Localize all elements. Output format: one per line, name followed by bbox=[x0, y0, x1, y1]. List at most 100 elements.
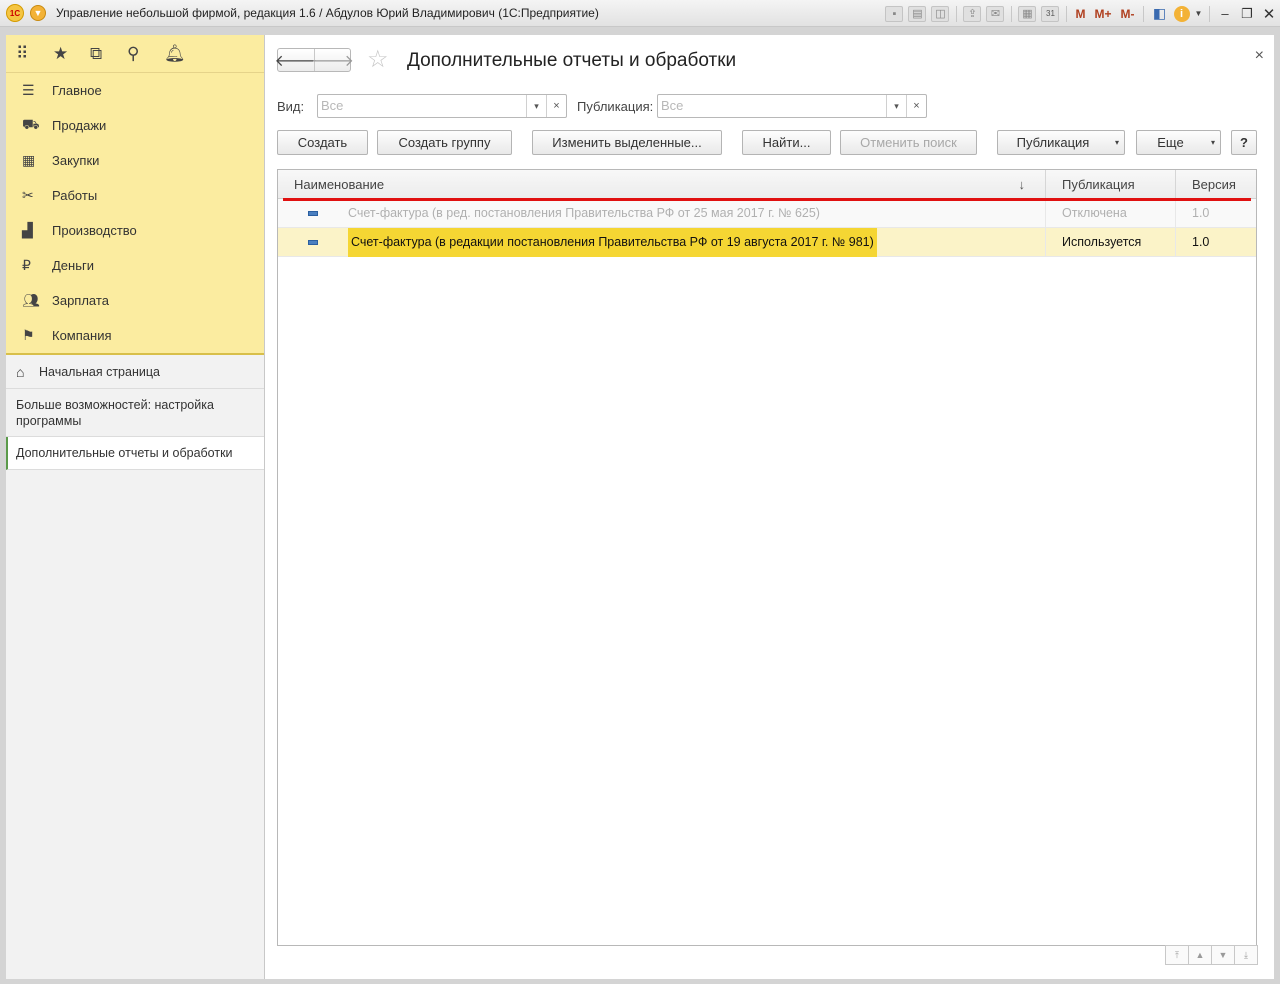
all-functions-icon[interactable]: ⠿ bbox=[16, 44, 53, 64]
dropdown-arrow-icon: ▾ bbox=[1114, 138, 1119, 147]
create-group-button[interactable]: Создать группу bbox=[377, 130, 512, 155]
toolbar-separator bbox=[955, 5, 957, 22]
flag-icon: ⚑ bbox=[22, 327, 35, 343]
publication-filter-field[interactable]: Все ▾ × bbox=[657, 94, 927, 118]
kind-filter-field[interactable]: Все ▾ × bbox=[317, 94, 567, 118]
forward-arrow-icon[interactable]: 🡒 bbox=[311, 49, 354, 71]
edit-selected-button[interactable]: Изменить выделенные... bbox=[532, 130, 722, 155]
table-row-selected[interactable]: Счет-фактура (в редакции постановления П… bbox=[278, 227, 1256, 257]
sidebar-item-main[interactable]: ☰ Главное bbox=[6, 73, 264, 108]
bell-icon[interactable]: 🔔︎ bbox=[164, 44, 201, 64]
publication-button-label: Публикация bbox=[1016, 135, 1090, 150]
more-menu-button[interactable]: Еще ▾ bbox=[1136, 130, 1221, 155]
scroll-to-bottom-icon[interactable]: ⤓ bbox=[1234, 945, 1258, 965]
factory-icon: ▟ bbox=[22, 222, 33, 238]
sidebar: ⠿ ★ ⧉ ⚲ 🔔︎ ☰ Главное ⛟ Продажи ▦ Закупки… bbox=[6, 35, 265, 979]
dropdown-arrow-icon: ▾ bbox=[1210, 138, 1215, 147]
people-icon: 👥︎ bbox=[22, 292, 40, 308]
dropdown-arrow-icon[interactable]: ▾ bbox=[526, 95, 546, 117]
navigation-buttons: 🡐 🡒 bbox=[275, 48, 354, 72]
history-icon[interactable]: ⧉ bbox=[90, 44, 127, 64]
save-icon[interactable]: ▪ bbox=[885, 5, 904, 22]
print-icon[interactable]: ▤ bbox=[908, 5, 927, 22]
close-form-icon[interactable]: × bbox=[1255, 47, 1264, 65]
minimize-icon[interactable]: – bbox=[1214, 6, 1236, 21]
sidebar-item-label: Работы bbox=[52, 188, 98, 203]
clear-icon[interactable]: × bbox=[546, 95, 566, 117]
kind-filter-input[interactable]: Все bbox=[318, 95, 526, 117]
back-arrow-icon[interactable]: 🡐 bbox=[275, 49, 318, 71]
sidebar-item-production[interactable]: ▟ Производство bbox=[6, 213, 264, 248]
clear-icon[interactable]: × bbox=[906, 95, 926, 117]
toolbar-separator bbox=[1065, 5, 1067, 22]
purchases-icon: ▦ bbox=[22, 152, 36, 168]
memory-plus-icon[interactable]: M+ bbox=[1092, 6, 1113, 22]
1c-logo-icon[interactable]: 1С bbox=[6, 4, 24, 22]
report-item-icon bbox=[278, 239, 348, 245]
annotation-red-line bbox=[283, 198, 1251, 201]
title-bar: 1С ▼ Управление небольшой фирмой, редакц… bbox=[0, 0, 1280, 27]
tools-icon: ✂ bbox=[22, 187, 34, 203]
more-button-label: Еще bbox=[1157, 135, 1184, 150]
home-icon: ⌂ bbox=[16, 363, 25, 380]
home-page-label: Начальная страница bbox=[39, 364, 160, 379]
page-up-icon[interactable]: ▲ bbox=[1188, 945, 1212, 965]
toolbar-separator bbox=[1010, 5, 1012, 22]
memory-icon[interactable]: M bbox=[1073, 6, 1087, 22]
column-header-label: Версия bbox=[1192, 176, 1236, 192]
publication-filter-label: Публикация: bbox=[577, 99, 654, 114]
info-dropdown-icon[interactable]: ▼ bbox=[1195, 6, 1203, 22]
sidebar-item-label: Деньги bbox=[52, 258, 94, 273]
sidebar-toolbar: ⠿ ★ ⧉ ⚲ 🔔︎ bbox=[6, 35, 264, 73]
sidebar-item-company[interactable]: ⚑ Компания bbox=[6, 318, 264, 353]
search-icon[interactable]: ⚲ bbox=[127, 44, 164, 64]
sidebar-item-purchases[interactable]: ▦ Закупки bbox=[6, 143, 264, 178]
column-header-version[interactable]: Версия bbox=[1176, 170, 1256, 198]
column-header-label: Наименование bbox=[294, 176, 385, 192]
row-publication: Отключена bbox=[1046, 199, 1176, 227]
preview-icon[interactable]: ◫ bbox=[931, 5, 950, 22]
attach-icon[interactable]: ✉ bbox=[986, 5, 1005, 22]
open-windows-panel: ⌂ Начальная страница Больше возможностей… bbox=[6, 355, 264, 470]
scroll-to-top-icon[interactable]: ⤒ bbox=[1165, 945, 1189, 965]
table-row[interactable]: Счет-фактура (в ред. постановления Прави… bbox=[278, 199, 1256, 228]
sidebar-item-label: Закупки bbox=[52, 153, 100, 168]
column-header-publication[interactable]: Публикация bbox=[1046, 170, 1176, 198]
calendar-icon[interactable]: 31 bbox=[1041, 5, 1060, 22]
active-window-link[interactable]: Дополнительные отчеты и обработки bbox=[6, 437, 264, 470]
window-title: Управление небольшой фирмой, редакция 1.… bbox=[56, 6, 599, 20]
upload-icon[interactable]: ⇪ bbox=[963, 5, 982, 22]
column-header-name[interactable]: Наименование ↓ bbox=[278, 170, 1046, 198]
report-item-icon bbox=[278, 210, 348, 216]
main-form: 🡐 🡒 ☆ Дополнительные отчеты и обработки … bbox=[265, 35, 1274, 979]
create-button[interactable]: Создать bbox=[277, 130, 368, 155]
column-header-label: Публикация bbox=[1062, 176, 1135, 192]
more-features-link[interactable]: Больше возможностей: настройка программы bbox=[6, 389, 264, 437]
dropdown-arrow-icon[interactable]: ▾ bbox=[886, 95, 906, 117]
info-icon[interactable]: i bbox=[1173, 5, 1190, 22]
help-button[interactable]: ? bbox=[1231, 130, 1257, 155]
sidebar-item-sales[interactable]: ⛟ Продажи bbox=[6, 108, 264, 143]
panels-icon[interactable]: ◧ bbox=[1151, 5, 1169, 22]
find-button[interactable]: Найти... bbox=[742, 130, 831, 155]
sidebar-item-money[interactable]: ₽ Деньги bbox=[6, 248, 264, 283]
memory-minus-icon[interactable]: M- bbox=[1119, 6, 1137, 22]
sidebar-item-salary[interactable]: 👥︎ Зарплата bbox=[6, 283, 264, 318]
calculator-icon[interactable]: ▦ bbox=[1018, 5, 1037, 22]
row-publication: Используется bbox=[1046, 228, 1176, 256]
publication-filter-input[interactable]: Все bbox=[658, 95, 886, 117]
sidebar-item-works[interactable]: ✂ Работы bbox=[6, 178, 264, 213]
more-features-label: Больше возможностей: настройка программы bbox=[16, 397, 214, 428]
page-down-icon[interactable]: ▼ bbox=[1211, 945, 1235, 965]
favorite-star-icon[interactable]: ☆ bbox=[367, 45, 389, 74]
main-menu-icon[interactable]: ▼ bbox=[30, 5, 46, 21]
publication-menu-button[interactable]: Публикация ▾ bbox=[997, 130, 1125, 155]
home-page-link[interactable]: ⌂ Начальная страница bbox=[6, 355, 264, 389]
close-window-icon[interactable]: ✕ bbox=[1258, 5, 1280, 23]
row-name: Счет-фактура (в ред. постановления Прави… bbox=[348, 206, 820, 220]
restore-icon[interactable]: ❐ bbox=[1236, 6, 1258, 22]
reports-table: Наименование ↓ Публикация Версия Счет-фа… bbox=[277, 169, 1257, 946]
cancel-search-button[interactable]: Отменить поиск bbox=[840, 130, 977, 155]
favorites-star-icon[interactable]: ★ bbox=[53, 44, 90, 64]
row-version: 1.0 bbox=[1192, 206, 1210, 220]
